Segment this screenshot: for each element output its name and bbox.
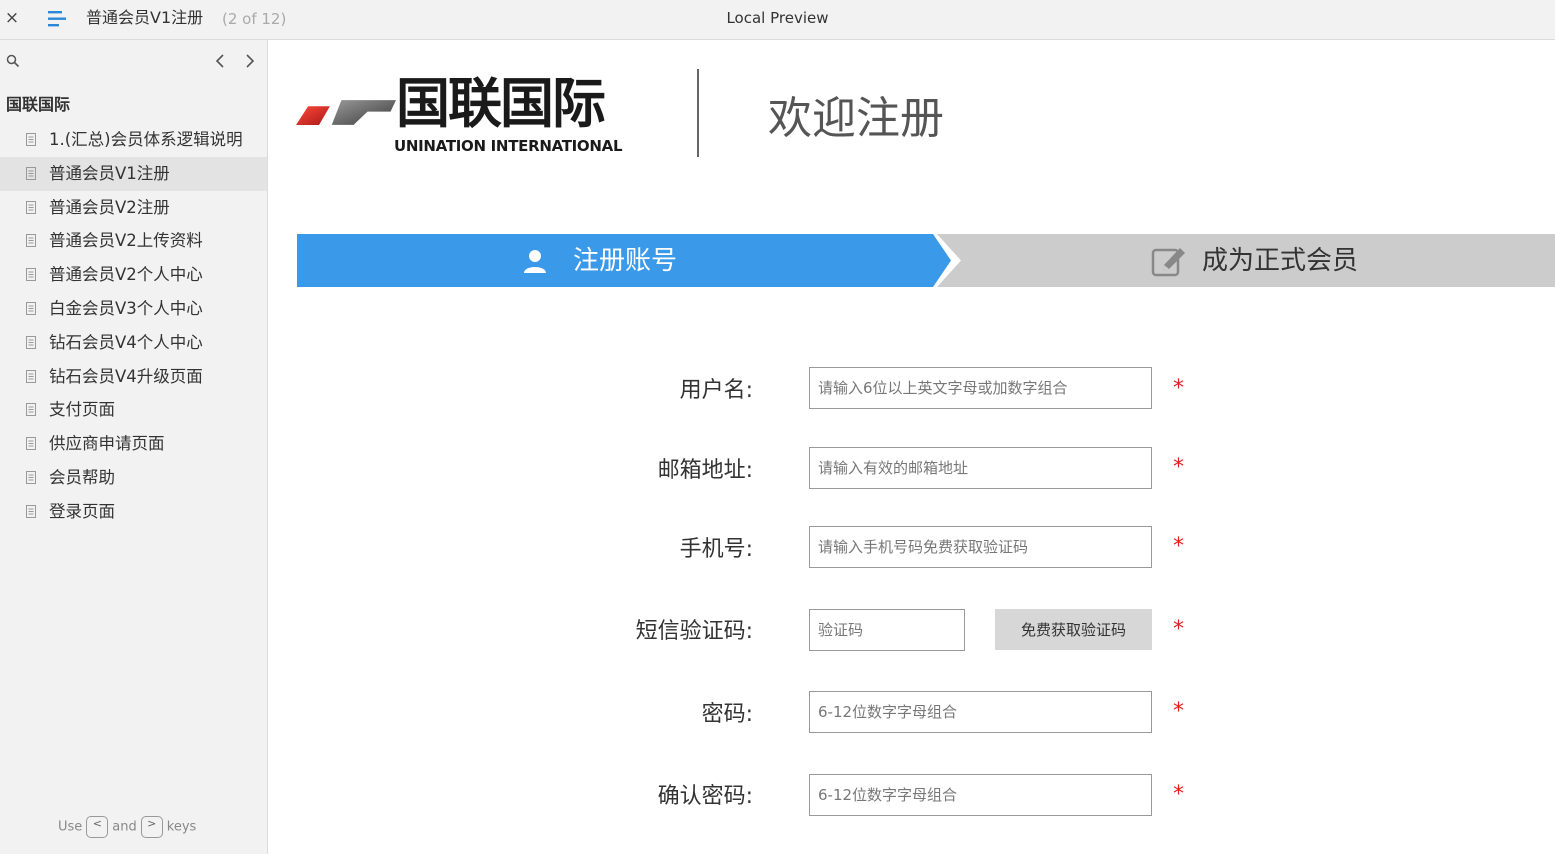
step-2-label: 成为正式会员 xyxy=(1202,246,1359,276)
required-mark: * xyxy=(1173,617,1184,642)
email-input[interactable] xyxy=(809,447,1152,489)
sidebar-item-label: 普通会员V2上传资料 xyxy=(49,231,203,251)
sidebar-item-label: 支付页面 xyxy=(49,400,115,420)
sidebar-item-active[interactable]: 普通会员V1注册 xyxy=(0,156,267,191)
key-prev: < xyxy=(86,816,109,838)
sidebar-item[interactable]: 普通会员V2注册 xyxy=(0,191,267,225)
logo-english-text: UNINATION INTERNATIONAL xyxy=(394,137,623,155)
sidebar: 国联国际 1.(汇总)会员体系逻辑说明 普通会员V1注册 普通会员V2注册 普通… xyxy=(0,40,268,854)
document-icon xyxy=(26,470,36,484)
document-icon xyxy=(26,268,36,282)
username-label: 用户名: xyxy=(679,378,753,403)
email-label: 邮箱地址: xyxy=(657,458,753,483)
document-icon xyxy=(26,200,36,214)
current-page-title: 普通会员V1注册 xyxy=(86,8,204,27)
sidebar-item-label: 登录页面 xyxy=(49,501,115,521)
page-count: (2 of 12) xyxy=(222,10,287,28)
preview-label: Local Preview xyxy=(726,9,829,27)
hint-text-use: Use xyxy=(58,819,83,835)
document-icon xyxy=(26,166,36,180)
user-icon xyxy=(524,250,546,273)
sidebar-item-label: 会员帮助 xyxy=(49,467,115,487)
required-mark: * xyxy=(1173,376,1184,401)
document-icon xyxy=(26,133,36,146)
close-button[interactable]: × xyxy=(4,6,20,30)
sidebar-item-label: 普通会员V2个人中心 xyxy=(49,265,203,285)
chevron-right-icon[interactable] xyxy=(242,52,258,70)
page-heading: 欢迎注册 xyxy=(768,93,944,144)
sidebar-item-label: 1.(汇总)会员体系逻辑说明 xyxy=(49,130,243,149)
sidebar-item-label: 钻石会员V4个人中心 xyxy=(49,332,203,352)
sidebar-item-label: 白金会员V3个人中心 xyxy=(49,298,203,318)
required-mark: * xyxy=(1173,534,1184,559)
required-mark: * xyxy=(1173,699,1184,724)
keyboard-hint: Use < and > keys xyxy=(58,816,196,838)
top-bar: × 普通会员V1注册 (2 of 12) Local Preview xyxy=(0,0,1555,40)
username-input[interactable] xyxy=(809,367,1152,409)
sidebar-item-label: 普通会员V2注册 xyxy=(49,197,170,217)
confirm-password-input[interactable] xyxy=(809,774,1152,816)
document-icon xyxy=(26,437,36,451)
step-1-label: 注册账号 xyxy=(573,246,678,276)
password-input[interactable] xyxy=(809,691,1152,733)
sidebar-item-label: 钻石会员V4升级页面 xyxy=(49,366,203,386)
sidebar-item[interactable]: 钻石会员V4个人中心 xyxy=(0,326,267,360)
sidebar-item[interactable]: 1.(汇总)会员体系逻辑说明 xyxy=(0,123,267,157)
document-icon xyxy=(26,301,36,315)
search-icon[interactable] xyxy=(6,54,20,68)
required-mark: * xyxy=(1173,455,1184,480)
logo-mark xyxy=(296,100,396,126)
menu-icon[interactable] xyxy=(46,9,68,29)
sidebar-item[interactable]: 支付页面 xyxy=(0,393,267,427)
header-divider xyxy=(697,69,699,157)
edit-icon xyxy=(1151,248,1185,277)
page-list: 1.(汇总)会员体系逻辑说明 普通会员V1注册 普通会员V2注册 普通会员V2上… xyxy=(0,123,267,529)
sidebar-item[interactable]: 普通会员V2上传资料 xyxy=(0,224,267,258)
sidebar-item[interactable]: 钻石会员V4升级页面 xyxy=(0,360,267,394)
get-sms-code-button[interactable]: 免费获取验证码 xyxy=(995,609,1152,650)
document-icon xyxy=(26,504,36,518)
tree-root-label[interactable]: 国联国际 xyxy=(6,94,70,116)
document-icon xyxy=(26,403,36,417)
sidebar-item[interactable]: 白金会员V3个人中心 xyxy=(0,292,267,326)
sidebar-item[interactable]: 普通会员V2个人中心 xyxy=(0,258,267,292)
required-mark: * xyxy=(1173,782,1184,807)
confirm-password-label: 确认密码: xyxy=(657,784,753,809)
sidebar-item[interactable]: 供应商申请页面 xyxy=(0,427,267,461)
sidebar-item-label: 供应商申请页面 xyxy=(49,434,165,454)
sms-code-label: 短信验证码: xyxy=(635,619,753,644)
sidebar-item[interactable]: 会员帮助 xyxy=(0,461,267,495)
hint-text-and: and xyxy=(112,819,137,835)
chevron-left-icon[interactable] xyxy=(212,52,228,70)
hint-text-keys: keys xyxy=(166,819,197,835)
document-icon xyxy=(26,335,36,349)
sidebar-item-label: 普通会员V1注册 xyxy=(49,163,170,183)
registration-steps xyxy=(297,234,1555,287)
password-label: 密码: xyxy=(701,702,753,727)
logo-chinese-text: 国联国际 xyxy=(396,72,606,135)
sms-code-input[interactable] xyxy=(809,609,965,651)
sidebar-item[interactable]: 登录页面 xyxy=(0,495,267,529)
phone-label: 手机号: xyxy=(679,537,753,562)
key-next: > xyxy=(140,816,163,838)
document-icon xyxy=(26,369,36,383)
phone-input[interactable] xyxy=(809,526,1152,568)
document-icon xyxy=(26,234,36,248)
